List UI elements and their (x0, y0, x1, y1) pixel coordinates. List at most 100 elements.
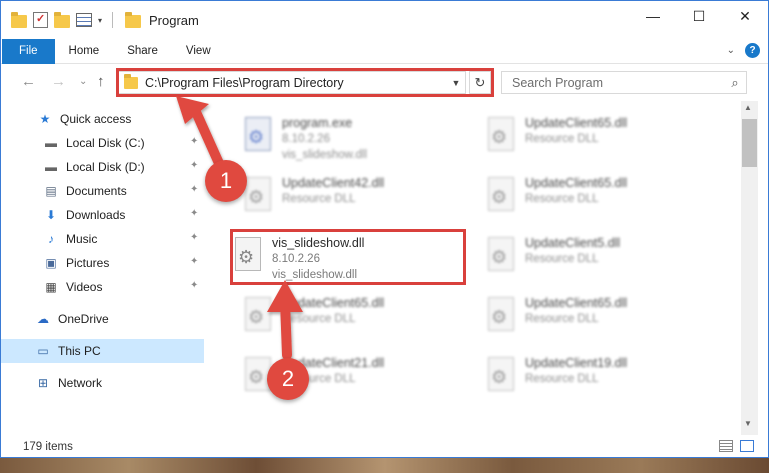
exe-file-icon: ⚙ (242, 117, 274, 155)
music-icon: ♪ (48, 232, 54, 246)
window-controls: — ☐ ✕ (630, 1, 768, 31)
title-separator (112, 12, 114, 28)
item-count: 179 items (23, 440, 73, 453)
file-name: UpdateClient19.dll (525, 356, 628, 370)
sidebar-item-local-disk-c[interactable]: ▬ Local Disk (C:) ✦ (1, 131, 204, 155)
file-tile[interactable]: ⚙ UpdateClient65.dll Resource DLL (461, 167, 691, 223)
file-tile[interactable]: ⚙ UpdateClient21.dll Resource DLL (218, 347, 448, 403)
up-arrow-icon[interactable]: ↑ (97, 73, 105, 90)
sidebar-item-documents[interactable]: ▤ Documents ✦ (1, 179, 204, 203)
tab-view[interactable]: View (172, 39, 225, 64)
dll-file-icon: ⚙ (485, 177, 517, 215)
file-version: 8.10.2.26 (282, 133, 330, 145)
desktop-background (0, 458, 769, 473)
close-button[interactable]: ✕ (722, 1, 768, 31)
window-title: Program (149, 12, 199, 28)
ribbon-tabs: File Home Share View ⌄ ? (1, 38, 768, 64)
file-type: Resource DLL (282, 313, 356, 325)
address-highlight-box (116, 68, 494, 97)
file-type: Resource DLL (525, 253, 599, 265)
back-arrow-icon[interactable]: ← (21, 73, 36, 90)
tab-file[interactable]: File (2, 38, 55, 64)
file-tile[interactable]: ⚙ UpdateClient42.dll Resource DLL (218, 167, 448, 223)
sidebar-item-music[interactable]: ♪ Music ✦ (1, 227, 204, 251)
videos-icon: ▦ (45, 280, 57, 294)
cloud-icon: ☁ (37, 312, 49, 326)
pictures-icon: ▣ (45, 256, 57, 270)
quick-access-toolbar: ▾ (11, 1, 142, 39)
star-icon: ★ (39, 112, 51, 126)
recent-locations-chevron-icon[interactable]: ⌄ (79, 76, 87, 87)
pin-icon[interactable]: ✦ (190, 256, 198, 267)
minimize-button[interactable]: — (630, 1, 676, 31)
search-input[interactable]: Search Program (512, 76, 724, 90)
step-2-badge: 2 (267, 358, 309, 400)
folder-icon[interactable] (11, 11, 27, 28)
new-folder-icon[interactable] (54, 11, 70, 28)
properties-icon[interactable] (33, 12, 48, 28)
details-view-icon[interactable] (719, 440, 733, 452)
file-name: UpdateClient65.dll (525, 116, 628, 130)
sidebar-item-label: Documents (66, 184, 127, 198)
vertical-scrollbar[interactable]: ▲ ▼ (741, 101, 758, 435)
sidebar-item-onedrive[interactable]: ☁ OneDrive (1, 307, 204, 331)
sidebar-item-downloads[interactable]: ⬇ Downloads ✦ (1, 203, 204, 227)
dll-file-icon: ⚙ (485, 117, 517, 155)
forward-arrow-icon[interactable]: → (51, 73, 66, 90)
file-tile[interactable]: ⚙ UpdateClient19.dll Resource DLL (461, 347, 691, 403)
sidebar-item-label: Quick access (60, 112, 132, 126)
step-1-badge: 1 (205, 160, 247, 202)
file-type: Resource DLL (525, 373, 599, 385)
network-icon: ⊞ (37, 376, 49, 390)
search-icon[interactable]: ⌕ (724, 75, 746, 91)
file-type: Resource DLL (525, 133, 599, 145)
pin-icon[interactable]: ✦ (190, 160, 198, 171)
explorer-window: ▾ Program — ☐ ✕ File Home Share View ⌄ ?… (0, 0, 769, 458)
help-icon[interactable]: ? (745, 43, 760, 58)
pin-icon[interactable]: ✦ (190, 208, 198, 219)
file-tile[interactable]: ⚙ UpdateClient5.dll Resource DLL (461, 227, 691, 283)
scroll-up-icon[interactable]: ▲ (744, 103, 752, 112)
file-tile[interactable]: ⚙ UpdateClient65.dll Resource DLL (461, 287, 691, 343)
file-type: Resource DLL (282, 193, 356, 205)
scrollbar-thumb[interactable] (742, 119, 757, 167)
file-tile[interactable]: ⚙ program.exe 8.10.2.26 vis_slideshow.dl… (218, 107, 448, 163)
sidebar-item-label: Videos (66, 280, 103, 294)
expand-ribbon-chevron-icon[interactable]: ⌄ (727, 45, 735, 56)
pin-icon[interactable]: ✦ (190, 232, 198, 243)
file-tile[interactable]: ⚙ UpdateClient65.dll Resource DLL (218, 287, 448, 343)
sidebar-item-this-pc[interactable]: ▭ This PC (1, 339, 204, 363)
downloads-icon: ⬇ (45, 208, 57, 222)
sidebar-item-label: Music (66, 232, 98, 246)
drive-icon: ▬ (45, 136, 57, 150)
sidebar-item-label: Downloads (66, 208, 126, 222)
pin-icon[interactable]: ✦ (190, 136, 198, 147)
view-options-icon[interactable] (76, 13, 92, 27)
pin-icon[interactable]: ✦ (190, 280, 198, 291)
title-bar: ▾ Program — ☐ ✕ (1, 1, 768, 39)
large-icons-view-icon[interactable] (740, 440, 754, 452)
tab-home[interactable]: Home (55, 39, 114, 64)
dll-file-icon: ⚙ (485, 297, 517, 335)
search-box[interactable]: Search Program ⌕ (501, 71, 747, 94)
maximize-button[interactable]: ☐ (676, 1, 722, 31)
ribbon-right: ⌄ ? (727, 43, 760, 58)
sidebar-item-videos[interactable]: ▦ Videos ✦ (1, 275, 204, 299)
sidebar-item-label: Network (58, 376, 103, 390)
status-bar: 179 items (1, 435, 768, 458)
customize-toolbar-dropdown-icon[interactable]: ▾ (98, 16, 102, 25)
dll-file-icon: ⚙ (485, 357, 517, 395)
file-tile[interactable]: ⚙ UpdateClient65.dll Resource DLL (461, 107, 691, 163)
dll-file-icon: ⚙ (242, 297, 274, 335)
file-description: vis_slideshow.dll (282, 149, 368, 161)
sidebar-item-label: This PC (58, 344, 101, 358)
sidebar-item-local-disk-d[interactable]: ▬ Local Disk (D:) ✦ (1, 155, 204, 179)
sidebar-item-label: Pictures (66, 256, 110, 270)
file-type: Resource DLL (525, 313, 599, 325)
sidebar-item-pictures[interactable]: ▣ Pictures ✦ (1, 251, 204, 275)
sidebar-item-network[interactable]: ⊞ Network (1, 371, 204, 395)
sidebar-item-quick-access[interactable]: ★ Quick access (1, 107, 204, 131)
pin-icon[interactable]: ✦ (190, 184, 198, 195)
scroll-down-icon[interactable]: ▼ (744, 419, 752, 428)
tab-share[interactable]: Share (113, 39, 172, 64)
